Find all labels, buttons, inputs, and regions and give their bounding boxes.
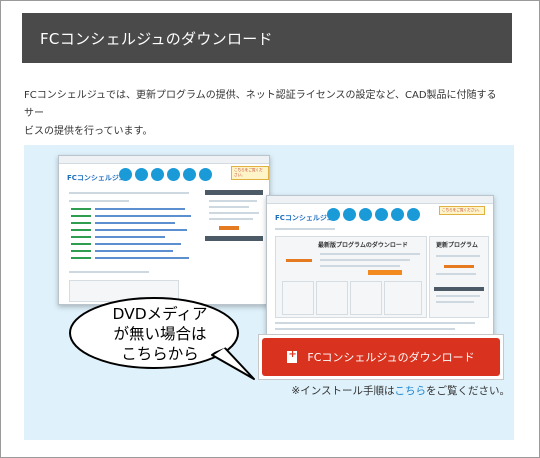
install-note-prefix: ※インストール手順は bbox=[291, 385, 395, 397]
install-note: ※インストール手順はこちらをご覧ください。 bbox=[250, 383, 510, 398]
bubble-line-3: こちらから bbox=[121, 345, 199, 363]
screenshot-main-window: FCコンシェルジュ こちらをご覧ください。 bbox=[58, 155, 270, 305]
app-logo: FCコンシェルジュ bbox=[275, 214, 334, 222]
download-button[interactable]: FCコンシェルジュのダウンロード bbox=[262, 338, 500, 376]
app-logo: FCコンシェルジュ bbox=[67, 174, 126, 182]
nav-circles bbox=[119, 168, 212, 181]
notice-badge: こちらをご覧ください。 bbox=[439, 206, 485, 215]
section-header: FCコンシェルジュのダウンロード bbox=[22, 13, 512, 63]
download-button-label: FCコンシェルジュのダウンロード bbox=[307, 351, 475, 364]
page-title: FCコンシェルジュのダウンロード bbox=[40, 30, 273, 48]
nav-circles bbox=[327, 208, 420, 221]
bubble-line-2: が無い場合は bbox=[113, 325, 207, 343]
download-title: 最新版プログラムのダウンロード bbox=[318, 242, 408, 249]
bubble-line-1: DVDメディア bbox=[112, 305, 208, 323]
description-line-1: FCコンシェルジュでは、更新プログラムの提供、ネット認証ライセンスの設定など、C… bbox=[24, 90, 497, 119]
window-titlebar bbox=[59, 156, 269, 164]
download-file-icon bbox=[287, 349, 298, 363]
description-line-2: ビスの提供を行っています。 bbox=[24, 126, 153, 137]
notice-badge: こちらをご覧ください。 bbox=[231, 166, 269, 180]
update-title: 更新プログラム bbox=[436, 242, 478, 249]
description-text: FCコンシェルジュでは、更新プログラムの提供、ネット認証ライセンスの設定など、C… bbox=[24, 87, 504, 141]
bubble-text: DVDメディア が無い場合は こちらから bbox=[62, 304, 258, 364]
install-note-suffix: をご覧ください。 bbox=[426, 385, 510, 397]
window-titlebar bbox=[267, 196, 493, 204]
install-guide-link[interactable]: こちら bbox=[395, 385, 427, 397]
screenshot-download-window: FCコンシェルジュ こちらをご覧ください。 最新版プログラムのダウンロード 更新… bbox=[266, 195, 494, 345]
